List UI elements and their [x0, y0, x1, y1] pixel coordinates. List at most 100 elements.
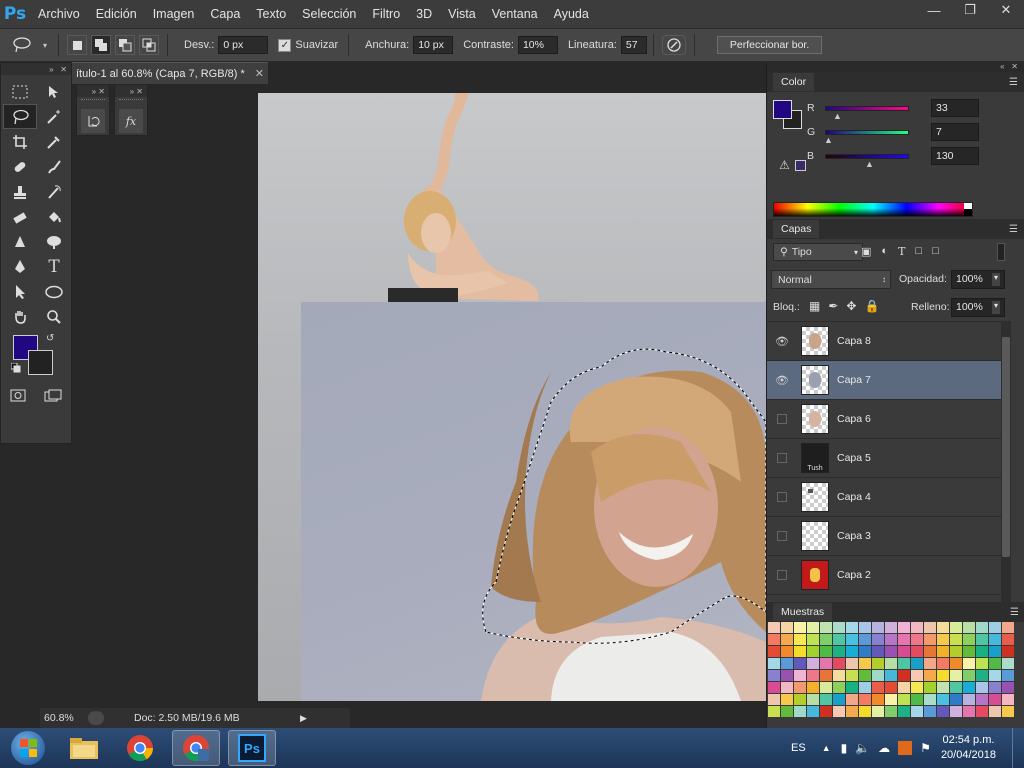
swatch[interactable]	[820, 682, 832, 693]
swatch[interactable]	[950, 622, 962, 633]
panel-menu-icon[interactable]: ☰	[1009, 77, 1018, 88]
swatch[interactable]	[768, 658, 780, 669]
menu-item-2[interactable]: Imagen	[145, 0, 203, 28]
swatch[interactable]	[781, 682, 793, 693]
swatch[interactable]	[937, 706, 949, 717]
swatch[interactable]	[846, 634, 858, 645]
swatch[interactable]	[846, 646, 858, 657]
filter-shape-icon[interactable]: □	[915, 245, 922, 258]
swatch[interactable]	[1002, 682, 1014, 693]
swatch[interactable]	[833, 622, 845, 633]
swatch[interactable]	[924, 670, 936, 681]
swatch[interactable]	[768, 682, 780, 693]
swatch[interactable]	[833, 694, 845, 705]
swatch[interactable]	[833, 646, 845, 657]
swap-colors-icon[interactable]: ↺	[46, 333, 54, 344]
zoom-level[interactable]: 60.8%	[40, 712, 88, 724]
swatch[interactable]	[898, 622, 910, 633]
crop-tool-icon[interactable]	[3, 129, 37, 154]
swatch[interactable]	[1002, 658, 1014, 669]
swatch[interactable]	[781, 622, 793, 633]
color-panel-tab[interactable]: Color	[773, 73, 815, 91]
layer-row[interactable]: Capa 3	[767, 517, 1001, 556]
frequency-input[interactable]: 57	[620, 36, 647, 54]
swatch[interactable]	[911, 634, 923, 645]
swatch[interactable]	[976, 634, 988, 645]
swatch[interactable]	[898, 670, 910, 681]
add-selection-icon[interactable]	[91, 35, 111, 55]
swatch[interactable]	[833, 670, 845, 681]
file-explorer-taskbar-button[interactable]	[60, 730, 108, 766]
layer-visibility-toggle[interactable]	[777, 531, 787, 541]
swatch[interactable]	[859, 634, 871, 645]
clone-stamp-tool-icon[interactable]	[3, 179, 37, 204]
menu-item-4[interactable]: Texto	[248, 0, 294, 28]
swatch[interactable]	[1002, 670, 1014, 681]
channel-value-input[interactable]: 7	[931, 123, 979, 141]
layer-visibility-toggle[interactable]	[777, 414, 787, 424]
swatch[interactable]	[937, 694, 949, 705]
width-input[interactable]: 10 px	[413, 36, 454, 54]
menu-item-9[interactable]: Ventana	[484, 0, 546, 28]
new-selection-icon[interactable]	[67, 35, 87, 55]
swatch[interactable]	[898, 658, 910, 669]
photoshop-taskbar-button[interactable]: Ps	[228, 730, 276, 766]
swatch[interactable]	[963, 706, 975, 717]
swatch[interactable]	[794, 670, 806, 681]
layer-visibility-toggle[interactable]	[777, 453, 787, 463]
swatch[interactable]	[768, 646, 780, 657]
swatch[interactable]	[911, 706, 923, 717]
lock-all-icon[interactable]: 🔒	[864, 299, 879, 313]
swatch[interactable]	[976, 646, 988, 657]
swatch[interactable]	[846, 670, 858, 681]
swatch[interactable]	[820, 706, 832, 717]
swatch[interactable]	[898, 634, 910, 645]
swatch[interactable]	[768, 706, 780, 717]
gamut-warning-icon[interactable]: ⚠	[779, 158, 790, 172]
swatch[interactable]	[989, 634, 1001, 645]
color-ramp[interactable]	[773, 202, 973, 217]
swatch[interactable]	[820, 622, 832, 633]
swatch[interactable]	[885, 622, 897, 633]
swatch[interactable]	[794, 658, 806, 669]
swatch[interactable]	[950, 670, 962, 681]
swatch[interactable]	[833, 706, 845, 717]
layer-row[interactable]: Capa 6	[767, 400, 1001, 439]
menu-item-5[interactable]: Selección	[294, 0, 364, 28]
swatch[interactable]	[963, 670, 975, 681]
swatch[interactable]	[768, 670, 780, 681]
swatch[interactable]	[963, 658, 975, 669]
swatch[interactable]	[885, 706, 897, 717]
swatch[interactable]	[859, 706, 871, 717]
swatch[interactable]	[937, 622, 949, 633]
swatch[interactable]	[989, 670, 1001, 681]
swatch[interactable]	[937, 682, 949, 693]
swatch[interactable]	[911, 646, 923, 657]
paint-bucket-tool-icon[interactable]	[37, 204, 71, 229]
history-brush-tool-icon[interactable]	[37, 179, 71, 204]
swatch[interactable]	[846, 622, 858, 633]
swatch[interactable]	[794, 694, 806, 705]
chevron-down-icon[interactable]: ▾	[40, 35, 50, 55]
swatch[interactable]	[833, 634, 845, 645]
swatch[interactable]	[937, 658, 949, 669]
swatch[interactable]	[833, 658, 845, 669]
zoom-tool-icon[interactable]	[37, 304, 71, 329]
swatch[interactable]	[820, 634, 832, 645]
swatch[interactable]	[924, 706, 936, 717]
swatch[interactable]	[820, 658, 832, 669]
swatch[interactable]	[807, 658, 819, 669]
swatch[interactable]	[963, 694, 975, 705]
filter-adjust-icon[interactable]: ◐	[881, 245, 888, 258]
swatch[interactable]	[911, 682, 923, 693]
lock-transparent-icon[interactable]: ▦	[809, 299, 820, 313]
subtract-selection-icon[interactable]	[115, 35, 135, 55]
swatch[interactable]	[781, 694, 793, 705]
start-button[interactable]	[0, 728, 56, 768]
marquee-tool-icon[interactable]	[3, 79, 37, 104]
swatch[interactable]	[807, 622, 819, 633]
document-tab[interactable]: ítulo-1 al 60.8% (Capa 7, RGB/8) * ✕	[72, 62, 268, 84]
swatch[interactable]	[781, 646, 793, 657]
swatch[interactable]	[807, 670, 819, 681]
swatch[interactable]	[794, 634, 806, 645]
